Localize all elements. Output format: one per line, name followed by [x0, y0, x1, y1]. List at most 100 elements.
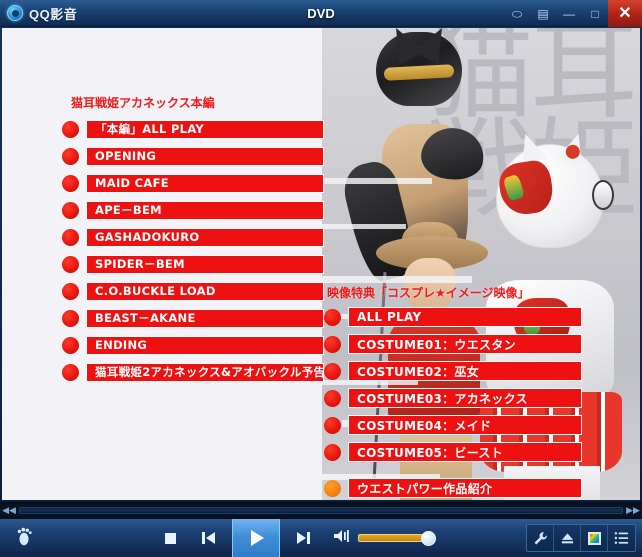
- volume-icon[interactable]: [332, 528, 352, 549]
- menu-item-sequel-trailer[interactable]: 猫耳戦姫2アカネックス&アオバックル予告: [62, 362, 324, 382]
- close-icon: ✕: [618, 4, 632, 22]
- bonus-features-title: 映像特典「コスプレ★イメージ映像」: [327, 286, 530, 300]
- main-chapters-title: 猫耳戦姫アカネックス本編: [71, 96, 215, 110]
- bullet-icon: [62, 174, 79, 192]
- menu-item-label: COSTUME02：巫女: [348, 361, 582, 381]
- menu-item-main-all-play[interactable]: 「本編」ALL PLAY: [62, 119, 324, 139]
- skin-button[interactable]: ▤: [530, 0, 556, 27]
- qq-player-window: QQ影音 DVD ⬭ ▤ — □ ✕ 猫耳 戦姫: [0, 0, 642, 557]
- menu-item-co-buckle-load[interactable]: C.O.BUCKLE LOAD: [62, 281, 324, 301]
- menu-item-costume04[interactable]: COSTUME04：メイド: [324, 415, 582, 435]
- qq-player-icon: [7, 5, 23, 21]
- menu-item-opening[interactable]: OPENING: [62, 146, 324, 166]
- fast-forward-icon[interactable]: ▶▶: [624, 506, 642, 515]
- bullet-icon: [324, 308, 341, 326]
- play-button[interactable]: [232, 519, 280, 557]
- menu-item-gashadokuro[interactable]: GASHADOKURO: [62, 227, 324, 247]
- menu-item-label: 「本編」ALL PLAY: [86, 119, 324, 139]
- eject-icon: [561, 533, 573, 544]
- color-square-icon: [587, 531, 601, 545]
- menu-item-westpower-intro[interactable]: ウエストパワー作品紹介: [324, 478, 582, 498]
- bullet-icon: [62, 120, 79, 138]
- volume-slider-knob[interactable]: [421, 531, 436, 546]
- form-list-icon: ▤: [537, 6, 549, 21]
- menu-item-maid-cafe[interactable]: MAID CAFE: [62, 173, 324, 193]
- menu-item-label: COSTUME05：ビースト: [348, 442, 582, 462]
- menu-item-costume02[interactable]: COSTUME02：巫女: [324, 361, 582, 381]
- menu-item-label: BEAST－AKANE: [86, 308, 324, 328]
- bullet-icon: [62, 147, 79, 165]
- menu-item-costume01[interactable]: COSTUME01：ウエスタン: [324, 334, 582, 354]
- control-bar-left: [0, 526, 60, 551]
- menu-item-beast-akane[interactable]: BEAST－AKANE: [62, 308, 324, 328]
- bullet-icon: [324, 335, 341, 353]
- menu-item-ending[interactable]: ENDING: [62, 335, 324, 355]
- volume-slider[interactable]: [358, 531, 436, 546]
- menu-item-label: OPENING: [86, 146, 324, 166]
- playlist-icon: [614, 532, 629, 544]
- bullet-icon: [62, 201, 79, 219]
- eject-button[interactable]: [554, 525, 581, 551]
- minimize-icon: —: [563, 6, 575, 21]
- control-bar: [0, 519, 642, 557]
- maximize-button[interactable]: □: [582, 0, 608, 27]
- bullet-icon: [62, 309, 79, 327]
- seek-bar[interactable]: ◀◀ ▶▶: [0, 501, 642, 519]
- play-icon: [251, 530, 264, 546]
- next-button[interactable]: [290, 524, 318, 552]
- bullet-icon: [324, 416, 341, 434]
- menu-item-label: ENDING: [86, 335, 324, 355]
- bullet-icon: [62, 336, 79, 354]
- dvd-menu-main-chapters: 猫耳戦姫アカネックス本編 「本編」ALL PLAY OPENING MAID C…: [62, 94, 324, 389]
- playlist-button[interactable]: [608, 525, 635, 551]
- footprint-icon[interactable]: [16, 526, 34, 551]
- bullet-icon: [62, 228, 79, 246]
- dvd-menu-bonus-features: 映像特典「コスプレ★イメージ映像」 ALL PLAY COSTUME01：ウエス…: [324, 284, 582, 500]
- previous-track-icon: [202, 532, 215, 544]
- bullet-icon: [62, 282, 79, 300]
- bullet-icon: [324, 443, 341, 461]
- close-button[interactable]: ✕: [608, 0, 642, 27]
- menu-item-bonus-all-play[interactable]: ALL PLAY: [324, 307, 582, 327]
- rewind-icon[interactable]: ◀◀: [0, 506, 18, 515]
- menu-item-label: COSTUME04：メイド: [348, 415, 582, 435]
- menu-item-label: ALL PLAY: [348, 307, 582, 327]
- menu-item-label: C.O.BUCKLE LOAD: [86, 281, 324, 301]
- stop-icon: [164, 532, 176, 544]
- screenshot-button[interactable]: [581, 525, 608, 551]
- video-display-area[interactable]: 猫耳 戦姫: [2, 28, 640, 500]
- volume-control[interactable]: [332, 528, 436, 549]
- app-logo: QQ影音: [0, 4, 160, 23]
- menu-item-label: SPIDER－BEM: [86, 254, 324, 274]
- stop-button[interactable]: [156, 524, 184, 552]
- menu-item-label: GASHADOKURO: [86, 227, 324, 247]
- settings-button[interactable]: [527, 525, 554, 551]
- tool-buttons: [526, 524, 636, 552]
- bullet-icon: [324, 479, 341, 497]
- bullet-icon: [62, 255, 79, 273]
- window-buttons: ⬭ ▤ — □ ✕: [504, 0, 642, 27]
- maximize-icon: □: [591, 6, 599, 21]
- wrench-icon: [534, 531, 547, 544]
- menu-item-label: COSTUME03：アカネックス: [348, 388, 582, 408]
- feedback-button[interactable]: ⬭: [504, 0, 530, 27]
- menu-item-ape-bem[interactable]: APE－BEM: [62, 200, 324, 220]
- menu-item-label: MAID CAFE: [86, 173, 324, 193]
- bullet-icon: [324, 362, 341, 380]
- menu-item-label: 猫耳戦姫2アカネックス&アオバックル予告: [86, 362, 324, 382]
- menu-item-label: APE－BEM: [86, 200, 324, 220]
- menu-item-label: ウエストパワー作品紹介: [348, 478, 582, 498]
- minimize-button[interactable]: —: [556, 0, 582, 27]
- next-track-icon: [297, 532, 310, 544]
- app-name-label: QQ影音: [29, 6, 78, 22]
- bullet-icon: [324, 389, 341, 407]
- menu-item-costume03[interactable]: COSTUME03：アカネックス: [324, 388, 582, 408]
- previous-button[interactable]: [194, 524, 222, 552]
- playback-controls: [60, 519, 526, 557]
- menu-item-costume05[interactable]: COSTUME05：ビースト: [324, 442, 582, 462]
- seek-track[interactable]: [19, 507, 623, 514]
- title-bar: QQ影音 DVD ⬭ ▤ — □ ✕: [0, 0, 642, 27]
- bullet-icon: [62, 363, 79, 381]
- menu-item-spider-bem[interactable]: SPIDER－BEM: [62, 254, 324, 274]
- menu-item-label: COSTUME01：ウエスタン: [348, 334, 582, 354]
